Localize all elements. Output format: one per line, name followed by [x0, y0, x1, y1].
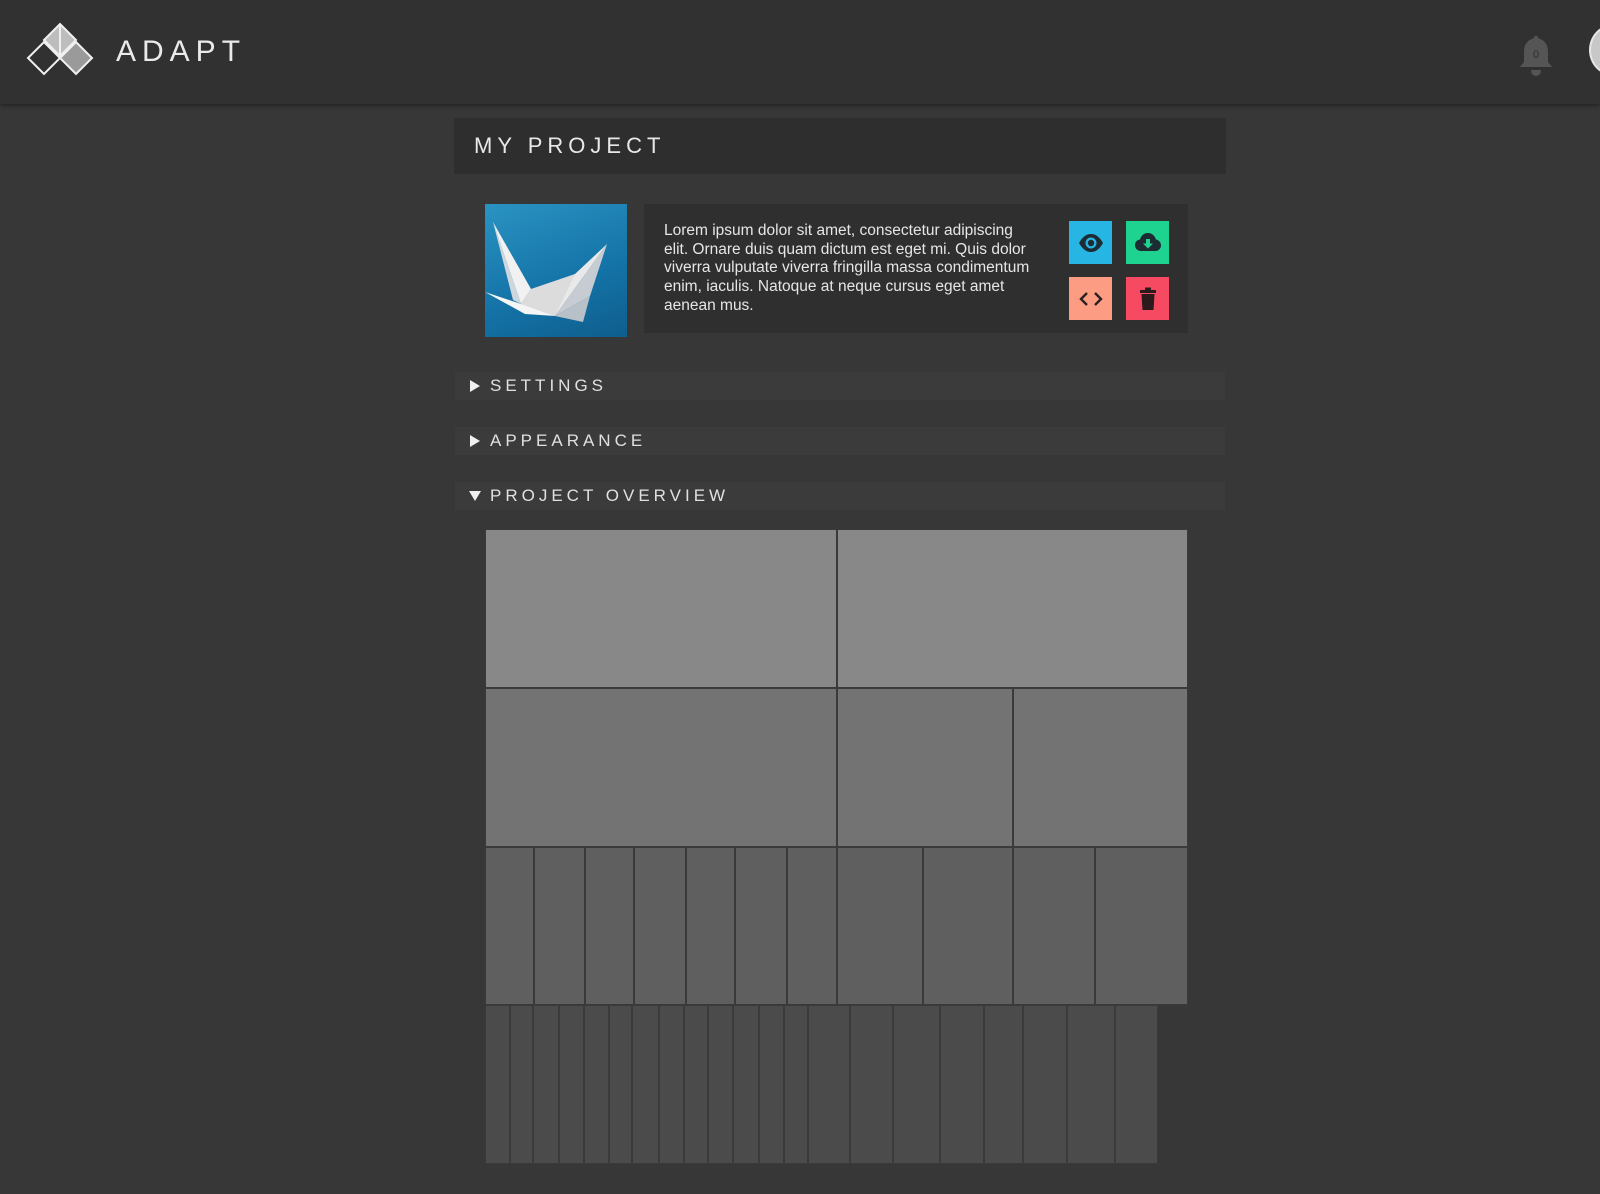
overview-cell[interactable] — [585, 846, 634, 1006]
project-description: Lorem ipsum dolor sit amet, consectetur … — [664, 222, 1030, 314]
overview-cell[interactable] — [609, 1005, 632, 1164]
section-label: PROJECT OVERVIEW — [490, 486, 730, 505]
overview-cell[interactable] — [659, 1005, 684, 1164]
origami-crane-image — [485, 222, 607, 322]
overview-cell[interactable] — [837, 687, 1013, 847]
overview-cell[interactable] — [1013, 687, 1188, 847]
overview-cell[interactable] — [923, 846, 1013, 1006]
overview-cell[interactable] — [837, 529, 1188, 688]
overview-cell[interactable] — [984, 1005, 1023, 1164]
overview-cell[interactable] — [708, 1005, 733, 1164]
overview-cell[interactable] — [1023, 1005, 1067, 1164]
appearance-section-toggle[interactable]: APPEARANCE — [455, 427, 1225, 455]
overview-cell[interactable] — [808, 1005, 850, 1164]
overview-cell[interactable] — [684, 1005, 708, 1164]
cloud-download-icon — [1134, 232, 1161, 251]
settings-section-toggle[interactable]: SETTINGS — [455, 372, 1225, 400]
overview-cell[interactable] — [1067, 1005, 1115, 1164]
top-bar: ADAPT 0 — [0, 0, 1600, 104]
overview-cell[interactable] — [1013, 846, 1095, 1006]
caret-right-icon — [470, 435, 480, 447]
overview-cell[interactable] — [584, 1005, 609, 1164]
download-button[interactable] — [1126, 221, 1169, 264]
section-label: SETTINGS — [490, 376, 608, 395]
overview-cell[interactable] — [940, 1005, 984, 1164]
page-title: MY PROJECT — [474, 133, 666, 158]
delete-button[interactable] — [1126, 277, 1169, 320]
notification-count: 0 — [1533, 49, 1539, 61]
overview-cell[interactable] — [784, 1005, 808, 1164]
overview-cell[interactable] — [787, 846, 837, 1006]
overview-cell[interactable] — [1095, 846, 1188, 1006]
project-overview-section-toggle[interactable]: PROJECT OVERVIEW — [455, 482, 1225, 510]
overview-cell[interactable] — [759, 1005, 784, 1164]
overview-cell[interactable] — [837, 846, 923, 1006]
overview-cell[interactable] — [485, 846, 534, 1006]
overview-cell[interactable] — [634, 846, 686, 1006]
project-overview-grid — [485, 529, 1188, 1164]
bell-icon[interactable]: 0 — [1518, 34, 1554, 78]
view-button[interactable] — [1069, 221, 1112, 264]
diamond-logo-icon[interactable] — [26, 22, 94, 76]
overview-cell[interactable] — [893, 1005, 940, 1164]
project-title-bar: MY PROJECT — [454, 118, 1226, 174]
overview-cell[interactable] — [733, 1005, 759, 1164]
brand-name: ADAPT — [116, 35, 247, 68]
eye-icon — [1078, 233, 1103, 252]
overview-cell[interactable] — [534, 846, 585, 1006]
user-avatar[interactable] — [1589, 24, 1600, 76]
embed-code-button[interactable] — [1069, 277, 1112, 320]
overview-cell[interactable] — [850, 1005, 893, 1164]
overview-cell[interactable] — [533, 1005, 559, 1164]
overview-cell[interactable] — [735, 846, 787, 1006]
code-icon — [1078, 291, 1103, 306]
overview-cell[interactable] — [1115, 1005, 1158, 1164]
overview-cell[interactable] — [686, 846, 735, 1006]
overview-cell[interactable] — [632, 1005, 659, 1164]
caret-down-icon — [469, 491, 481, 501]
project-info-card: Lorem ipsum dolor sit amet, consectetur … — [644, 204, 1188, 333]
section-label: APPEARANCE — [490, 431, 647, 450]
overview-cell[interactable] — [485, 529, 837, 688]
overview-cell[interactable] — [485, 1005, 510, 1164]
trash-icon — [1139, 287, 1156, 310]
overview-cell[interactable] — [485, 687, 837, 847]
caret-right-icon — [470, 380, 480, 392]
project-thumbnail — [485, 204, 627, 337]
overview-cell[interactable] — [510, 1005, 533, 1164]
overview-cell[interactable] — [559, 1005, 584, 1164]
